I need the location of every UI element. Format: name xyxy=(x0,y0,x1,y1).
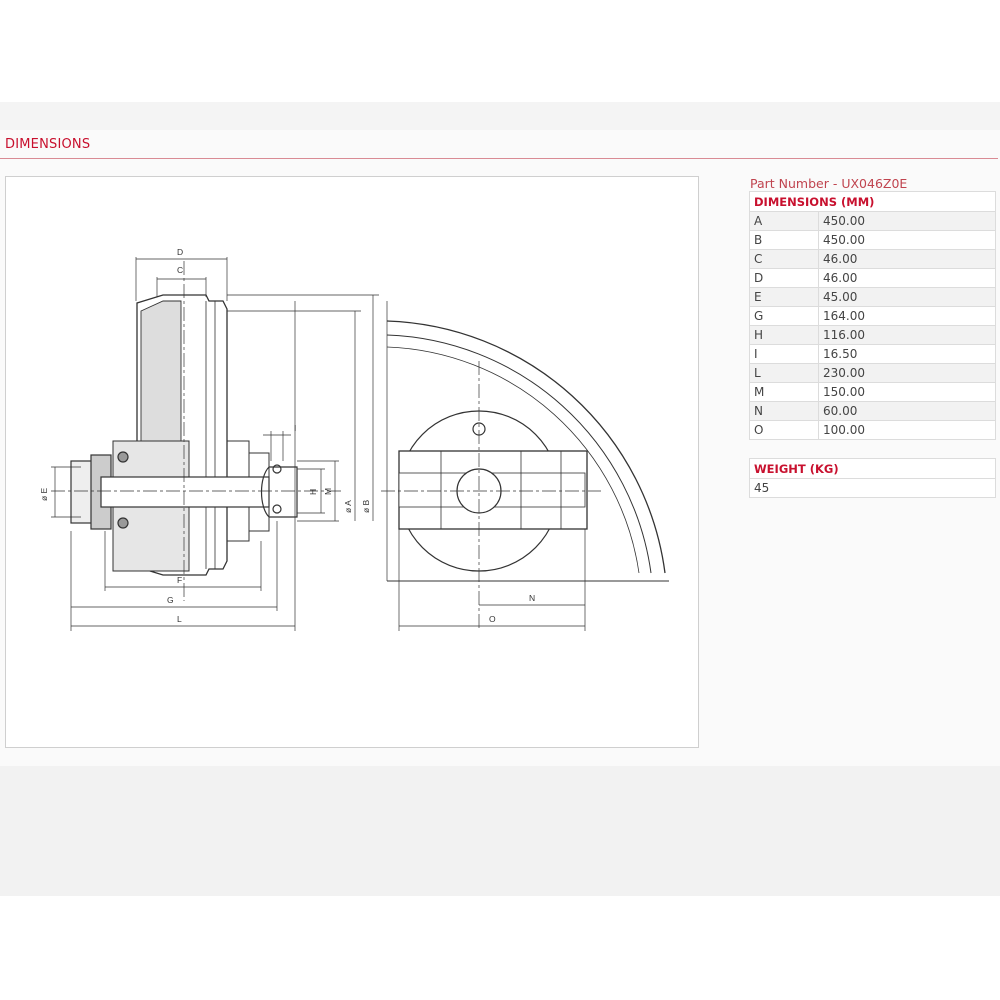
dim-key: G xyxy=(749,306,819,326)
dim-value: 116.00 xyxy=(818,325,996,345)
label-d: D xyxy=(177,247,183,257)
label-e: ø E xyxy=(39,487,49,501)
dim-key: C xyxy=(749,249,819,269)
dim-value: 60.00 xyxy=(818,401,996,421)
dim-key: B xyxy=(749,230,819,250)
label-l: L xyxy=(177,614,182,624)
top-band xyxy=(0,102,1000,130)
dim-value: 230.00 xyxy=(818,363,996,383)
section-title: DIMENSIONS xyxy=(5,137,91,152)
label-g: G xyxy=(167,595,174,605)
dim-value: 450.00 xyxy=(818,211,996,231)
table-row: M 150.00 xyxy=(749,382,996,402)
table-row: O 100.00 xyxy=(749,420,996,440)
label-c: C xyxy=(177,265,183,275)
dim-key: H xyxy=(749,325,819,345)
label-n: N xyxy=(529,593,535,603)
weight-table: WEIGHT (KG) 45 xyxy=(749,458,996,498)
dim-value: 16.50 xyxy=(818,344,996,364)
dim-key: I xyxy=(749,344,819,364)
dim-key: L xyxy=(749,363,819,383)
dim-key: D xyxy=(749,268,819,288)
table-row: A 450.00 xyxy=(749,211,996,231)
table-row: I 16.50 xyxy=(749,344,996,364)
table-row: G 164.00 xyxy=(749,306,996,326)
table-row: L 230.00 xyxy=(749,363,996,383)
part-number: Part Number - UX046Z0E xyxy=(750,176,908,191)
dim-key: M xyxy=(749,382,819,402)
label-m: M xyxy=(323,488,333,495)
table-row: C 46.00 xyxy=(749,249,996,269)
table-row: B 450.00 xyxy=(749,230,996,250)
table-row: N 60.00 xyxy=(749,401,996,421)
table-row: 45 xyxy=(749,478,996,498)
weight-value: 45 xyxy=(749,478,996,498)
table-row: D 46.00 xyxy=(749,268,996,288)
table-row: E 45.00 xyxy=(749,287,996,307)
dim-value: 150.00 xyxy=(818,382,996,402)
table-row: H 116.00 xyxy=(749,325,996,345)
weight-table-header: WEIGHT (KG) xyxy=(749,458,996,479)
label-o: O xyxy=(489,614,496,624)
label-i: I xyxy=(294,423,296,433)
dim-value: 164.00 xyxy=(818,306,996,326)
label-a: ø A xyxy=(343,500,353,513)
bottom-band xyxy=(0,766,1000,896)
dim-value: 46.00 xyxy=(818,268,996,288)
dim-value: 450.00 xyxy=(818,230,996,250)
dimensions-table: DIMENSIONS (MM) A 450.00 B 450.00 C 46.0… xyxy=(749,191,996,440)
label-f: F xyxy=(177,575,182,585)
label-h: H xyxy=(308,489,318,495)
dimensions-table-header: DIMENSIONS (MM) xyxy=(749,191,996,212)
idler-drawing-svg: D C I ø E H M ø A ø B F G L N O xyxy=(39,247,669,631)
dim-key: E xyxy=(749,287,819,307)
dim-value: 100.00 xyxy=(818,420,996,440)
technical-drawing: D C I ø E H M ø A ø B F G L N O xyxy=(5,176,699,748)
section-divider xyxy=(0,158,998,159)
dim-key: A xyxy=(749,211,819,231)
label-b: ø B xyxy=(361,499,371,513)
dim-key: O xyxy=(749,420,819,440)
dim-value: 45.00 xyxy=(818,287,996,307)
dim-key: N xyxy=(749,401,819,421)
dim-value: 46.00 xyxy=(818,249,996,269)
